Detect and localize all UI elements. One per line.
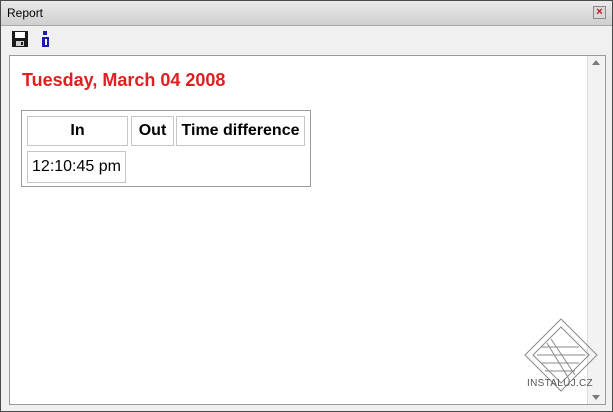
report-window: Report × Tuesday, March 04 2008 In Out T… (0, 0, 613, 412)
save-icon (12, 31, 28, 47)
close-button[interactable]: × (593, 6, 606, 19)
time-table: In Out Time difference 12:10:45 pm (21, 110, 311, 187)
watermark-text: INSTALUJ.CZ (527, 378, 593, 389)
report-date: Tuesday, March 04 2008 (22, 70, 226, 90)
column-header-time-difference: Time difference (176, 116, 305, 146)
toolbar (1, 26, 612, 53)
column-header-in: In (27, 116, 128, 146)
report-view[interactable]: Tuesday, March 04 2008 In Out Time diffe… (9, 55, 606, 405)
save-button[interactable] (11, 30, 31, 50)
column-header-out: Out (131, 116, 174, 146)
window-title: Report (7, 6, 44, 20)
cell-in-time: 12:10:45 pm (27, 151, 126, 183)
info-button[interactable] (37, 30, 57, 50)
title-bar[interactable]: Report × (1, 1, 612, 26)
scroll-down-arrow-icon[interactable] (592, 395, 600, 400)
close-icon: × (596, 6, 603, 18)
info-icon (42, 31, 49, 47)
scroll-up-arrow-icon[interactable] (592, 60, 600, 65)
